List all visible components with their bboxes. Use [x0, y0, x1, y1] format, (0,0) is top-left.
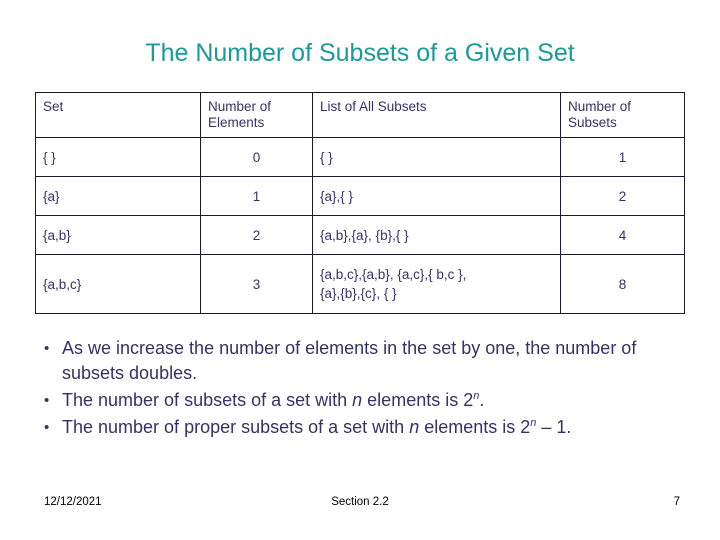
cell-number-of-elements: 2: [200, 215, 313, 255]
cell-list-of-all-subsets: {a,b},{a}, {b},{ }: [312, 215, 561, 255]
bullet-item-3: The number of proper subsets of a set wi…: [22, 415, 698, 440]
bullet-item-1-text: As we increase the number of elements in…: [62, 338, 637, 383]
page-title: The Number of Subsets of a Given Set: [145, 39, 575, 67]
bullet-list: As we increase the number of elements in…: [22, 336, 698, 442]
footer-page-number: 7: [673, 496, 680, 508]
cell-set: {a,b,c}: [35, 254, 201, 314]
column-header-number-of-subsets: Number of Subsets: [560, 92, 685, 138]
cell-number-of-subsets: 2: [560, 176, 685, 216]
bullet-item-2-text-part1: The number of subsets of a set with: [62, 390, 353, 410]
table-row: {a,b} 2 {a,b},{a}, {b},{ } 4: [35, 215, 685, 255]
cell-number-of-elements: 0: [200, 137, 313, 177]
cell-number-of-subsets: 8: [560, 254, 685, 314]
bullet-item-3-text-part1: The number of proper subsets of a set wi…: [62, 417, 410, 437]
cell-list-of-all-subsets: {a,b,c},{a,b}, {a,c},{ b,c }, {a},{b},{c…: [312, 254, 561, 314]
subsets-table: Set Number of Elements List of All Subse…: [35, 92, 685, 314]
slide-footer: 12/12/2021 Section 2.2 7: [0, 496, 720, 514]
column-header-set: Set: [35, 92, 201, 138]
cell-list-of-all-subsets: { }: [312, 137, 561, 177]
bullet-item-2-text-part3: .: [479, 390, 485, 410]
column-header-list-of-all-subsets: List of All Subsets: [312, 92, 561, 138]
cell-number-of-subsets: 4: [560, 215, 685, 255]
cell-number-of-elements: 3: [200, 254, 313, 314]
cell-list-line-1: {a,b,c},{a,b}, {a,c},{ b,c },: [320, 267, 467, 282]
bullet-item-3-text-part3: – 1.: [536, 417, 572, 437]
table-row: {a} 1 {a},{ } 2: [35, 176, 685, 216]
bullet-item-3-text-part2: elements is 2: [419, 417, 531, 437]
cell-set: {a}: [35, 176, 201, 216]
cell-number-of-subsets: 1: [560, 137, 685, 177]
variable-n: n: [352, 390, 363, 410]
table-row: { } 0 { } 1: [35, 137, 685, 177]
table-header-row: Set Number of Elements List of All Subse…: [35, 92, 685, 138]
column-header-number-of-elements: Number of Elements: [200, 92, 313, 138]
cell-list-line-2: {a},{b},{c}, { }: [320, 286, 397, 301]
cell-set: {a,b}: [35, 215, 201, 255]
bullet-item-2: The number of subsets of a set with n el…: [22, 388, 698, 413]
table-row: {a,b,c} 3 {a,b,c},{a,b}, {a,c},{ b,c }, …: [35, 254, 685, 314]
bullet-item-2-text-part2: elements is 2: [362, 390, 474, 410]
bullet-item-1: As we increase the number of elements in…: [22, 336, 698, 386]
variable-n: n: [409, 417, 420, 437]
cell-number-of-elements: 1: [200, 176, 313, 216]
cell-list-of-all-subsets: {a},{ }: [312, 176, 561, 216]
cell-set: { }: [35, 137, 201, 177]
